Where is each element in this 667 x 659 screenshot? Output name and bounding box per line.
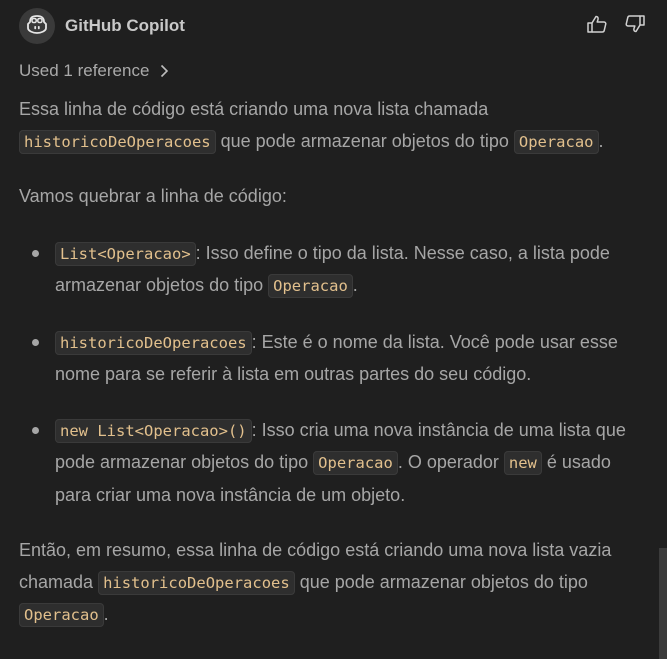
inline-code: new List<Operacao>() xyxy=(55,418,252,443)
thumbs-up-icon xyxy=(586,14,608,39)
copilot-avatar xyxy=(19,8,55,44)
bullet-dot xyxy=(32,249,39,257)
inline-code: Operacao xyxy=(513,129,599,154)
intro-text-3: . xyxy=(598,130,604,151)
author-name: GitHub Copilot xyxy=(65,16,185,35)
inline-code: historicoDeOperacoes xyxy=(19,129,216,154)
chat-response-panel: GitHub Copilot Used 1 reference Essa lin… xyxy=(0,0,667,659)
inline-code: Operacao xyxy=(19,603,104,627)
intro-paragraph: Essa linha de código está criando uma no… xyxy=(19,94,649,158)
list-item: new List<Operacao>(): Isso cria uma nova… xyxy=(19,415,649,512)
summary-paragraph: Então, em resumo, essa linha de código e… xyxy=(19,535,649,632)
copilot-icon xyxy=(26,14,48,39)
bullet-dot xyxy=(32,338,39,346)
used-references-toggle[interactable]: Used 1 reference xyxy=(19,59,169,83)
intro-text-2: que pode armazenar objetos do tipo xyxy=(215,130,514,151)
vertical-scrollbar[interactable] xyxy=(659,548,667,659)
chevron-right-icon xyxy=(159,64,169,78)
lead-paragraph: Vamos quebrar a linha de código: xyxy=(19,186,287,206)
inline-code: historicoDeOperacoes xyxy=(98,570,295,595)
inline-code: new xyxy=(503,451,542,475)
summary-text-2: que pode armazenar objetos do tipo xyxy=(294,571,588,592)
unhelpful-button[interactable] xyxy=(621,13,649,39)
feedback-actions xyxy=(583,13,649,39)
summary-text-3: . xyxy=(103,604,109,624)
helpful-button[interactable] xyxy=(583,13,611,39)
response-header: GitHub Copilot xyxy=(19,8,649,44)
intro-text-1: Essa linha de código está criando uma no… xyxy=(19,99,489,119)
breakdown-list: List<Operacao>: Isso define o tipo da li… xyxy=(19,238,649,512)
list-item-text: . xyxy=(352,275,358,295)
bullet-dot xyxy=(32,426,39,434)
inline-code: List<Operacao> xyxy=(55,241,196,266)
list-item: historicoDeOperacoes: Este é o nome da l… xyxy=(19,327,649,391)
list-item: List<Operacao>: Isso define o tipo da li… xyxy=(19,238,649,303)
inline-code: Operacao xyxy=(268,274,353,298)
inline-code: Operacao xyxy=(313,451,398,475)
list-item-text: . O operador xyxy=(397,452,504,472)
references-label: Used 1 reference xyxy=(19,61,150,80)
inline-code: historicoDeOperacoes xyxy=(55,330,252,355)
thumbs-down-icon xyxy=(624,14,646,39)
response-body: Essa linha de código está criando uma no… xyxy=(19,94,649,632)
